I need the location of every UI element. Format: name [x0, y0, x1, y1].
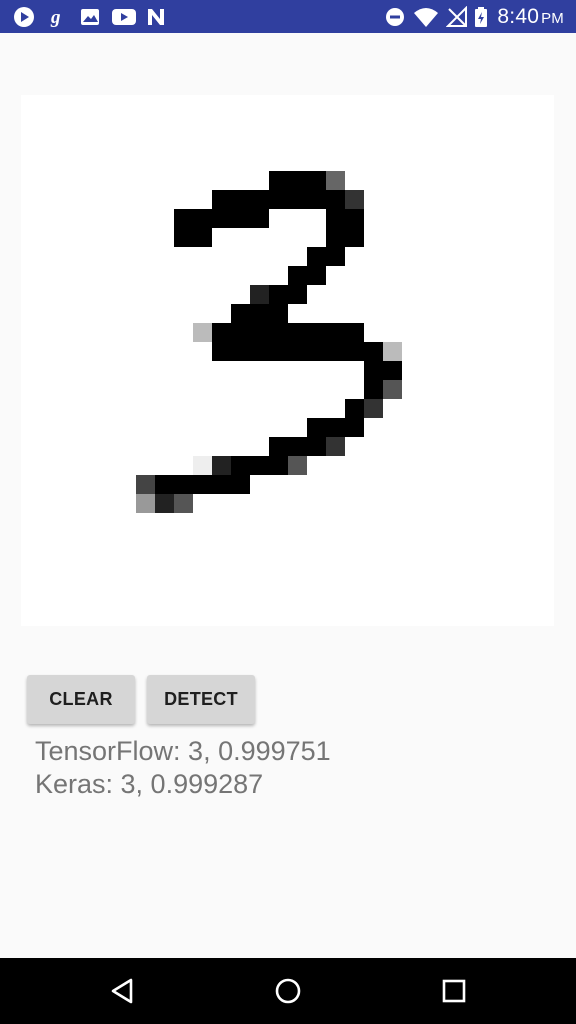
status-bar: g 8:40 PM [0, 0, 576, 33]
no-signal-icon [446, 6, 467, 27]
navigation-bar [0, 958, 576, 1024]
recents-icon[interactable] [438, 975, 470, 1007]
clear-button[interactable]: CLEAR [27, 675, 135, 724]
wifi-icon [414, 8, 438, 27]
clock-time: 8:40 [497, 5, 540, 28]
svg-text:g: g [50, 7, 61, 28]
detect-button[interactable]: DETECT [147, 675, 255, 724]
handwritten-digit-drawing [136, 171, 402, 513]
gmail-g-icon: g [50, 7, 61, 28]
status-clock: 8:40 PM [497, 5, 564, 29]
play-icon [14, 7, 34, 27]
n-news-icon [148, 9, 164, 25]
youtube-icon [112, 9, 136, 25]
drawing-canvas[interactable] [21, 95, 554, 626]
digit-strokes [136, 171, 402, 513]
app-screen: g 8:40 PM CLEAR DETECT TensorFlow: 3, 0.… [0, 0, 576, 1024]
keras-result: Keras: 3, 0.999287 [35, 769, 264, 799]
image-icon [81, 9, 99, 25]
home-icon[interactable] [272, 975, 304, 1007]
back-icon[interactable] [107, 975, 139, 1007]
clock-ampm: PM [541, 10, 564, 27]
tensorflow-result: TensorFlow: 3, 0.999751 [35, 736, 331, 766]
battery-charging-icon [475, 7, 487, 27]
dnd-icon [386, 8, 404, 26]
